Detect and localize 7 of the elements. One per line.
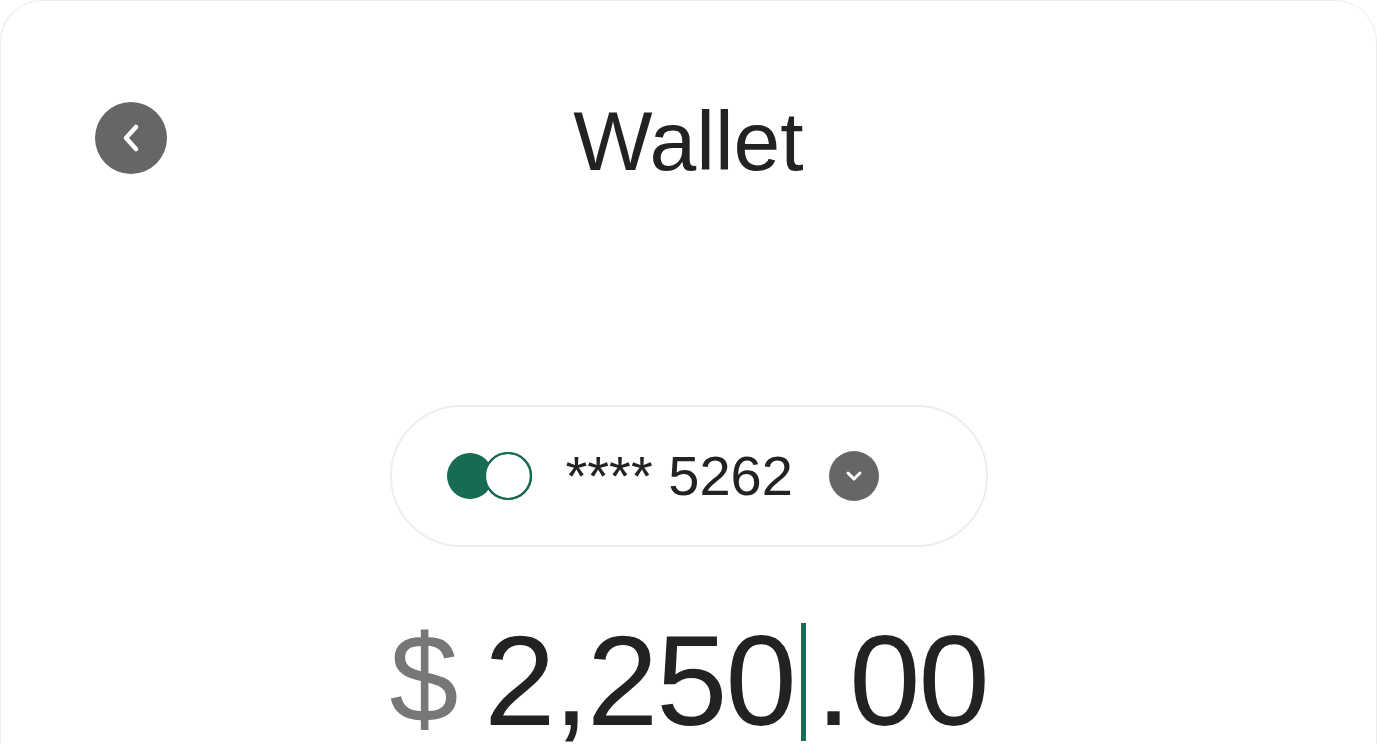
card-selector[interactable]: **** 5262 bbox=[389, 405, 988, 547]
chevron-down-icon bbox=[828, 451, 879, 501]
card-number: **** 5262 bbox=[565, 443, 793, 509]
card-logo-icon bbox=[445, 451, 534, 501]
page-title: Wallet bbox=[573, 99, 804, 183]
currency-symbol: $ bbox=[389, 617, 459, 741]
amount-field[interactable]: 2,250 .00 bbox=[484, 617, 988, 744]
